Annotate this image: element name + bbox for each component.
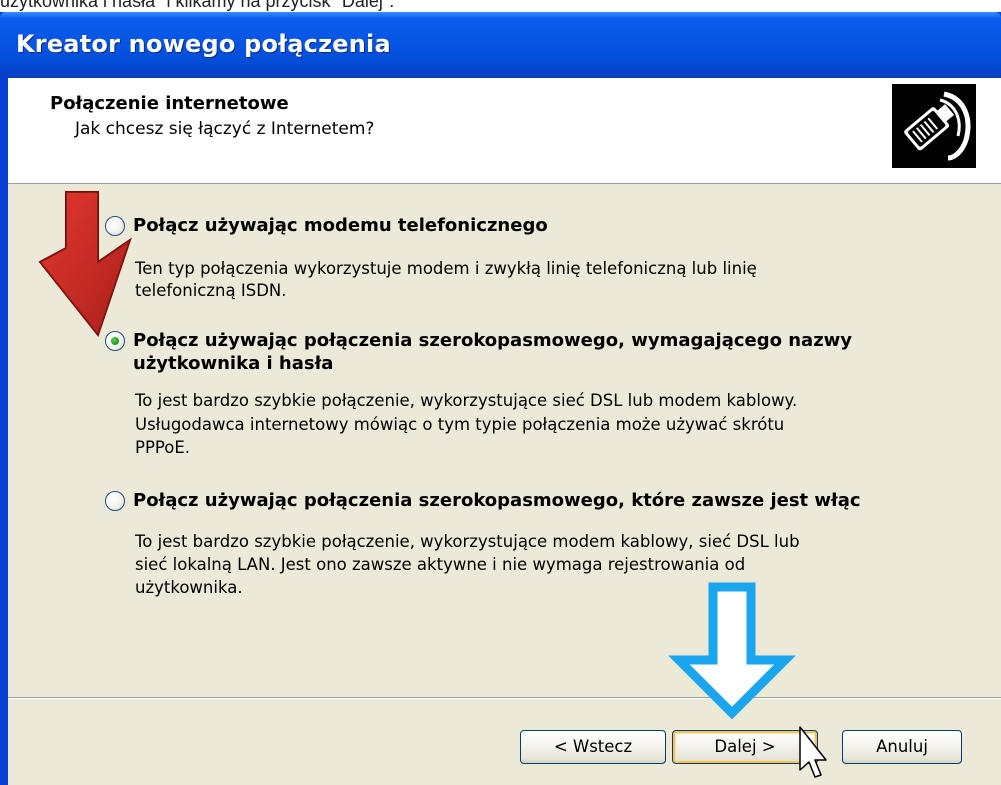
back-button[interactable]: < Wstecz	[520, 730, 666, 764]
page: użytkownika i hasła" i klikamy na przyci…	[0, 0, 1001, 785]
network-cable-icon-graphic	[892, 84, 976, 168]
option-dialup-desc-line-1: Ten typ połączenia wykorzystuje modem i …	[135, 259, 757, 278]
wizard-client-area: Połączenie internetowe Jak chcesz się łą…	[8, 78, 1001, 785]
button-area-divider	[8, 697, 1001, 699]
cancel-button[interactable]: Anuluj	[842, 730, 962, 764]
option-dialup-label[interactable]: Połącz używając modemu telefonicznego	[133, 214, 548, 237]
option-pppoe-desc-line-1: To jest bardzo szybkie połączenie, wykor…	[135, 391, 798, 410]
radio-always-on[interactable]	[105, 491, 125, 511]
page-title: Połączenie internetowe	[50, 93, 289, 114]
window-title: Kreator nowego połączenia	[16, 30, 391, 58]
option-always-on-desc-line-1: To jest bardzo szybkie połączenie, wykor…	[135, 532, 800, 551]
next-button[interactable]: Dalej >	[672, 730, 818, 764]
radio-dialup[interactable]	[105, 216, 125, 236]
option-pppoe-label-line-1[interactable]: Połącz używając połączenia szerokopasmow…	[133, 329, 852, 352]
option-dialup-desc-line-2: telefoniczną ISDN.	[135, 281, 287, 300]
option-always-on-desc-line-2: sieć lokalną LAN. Jest ono zawsze aktywn…	[135, 555, 746, 574]
title-bar[interactable]: Kreator nowego połączenia	[0, 12, 1001, 78]
wizard-window: Kreator nowego połączenia Połączenie int…	[0, 12, 1001, 785]
tutorial-caption: użytkownika i hasła" i klikamy na przyci…	[0, 0, 395, 11]
page-subtitle: Jak chcesz się łączyć z Internetem?	[75, 119, 375, 139]
radio-pppoe[interactable]	[105, 331, 125, 351]
option-pppoe-desc-line-2: Usługodawca internetowy mówiąc o tym typ…	[135, 415, 785, 434]
option-pppoe-desc-line-3: PPPoE.	[135, 438, 191, 457]
network-cable-icon	[892, 84, 976, 168]
header-panel: Połączenie internetowe Jak chcesz się łą…	[8, 78, 1001, 184]
option-always-on-label[interactable]: Połącz używając połączenia szerokopasmow…	[133, 489, 861, 512]
option-always-on-desc-line-3: użytkownika.	[135, 578, 243, 597]
radio-selected-dot	[111, 337, 119, 345]
option-pppoe-label-line-2[interactable]: użytkownika i hasła	[133, 352, 333, 375]
